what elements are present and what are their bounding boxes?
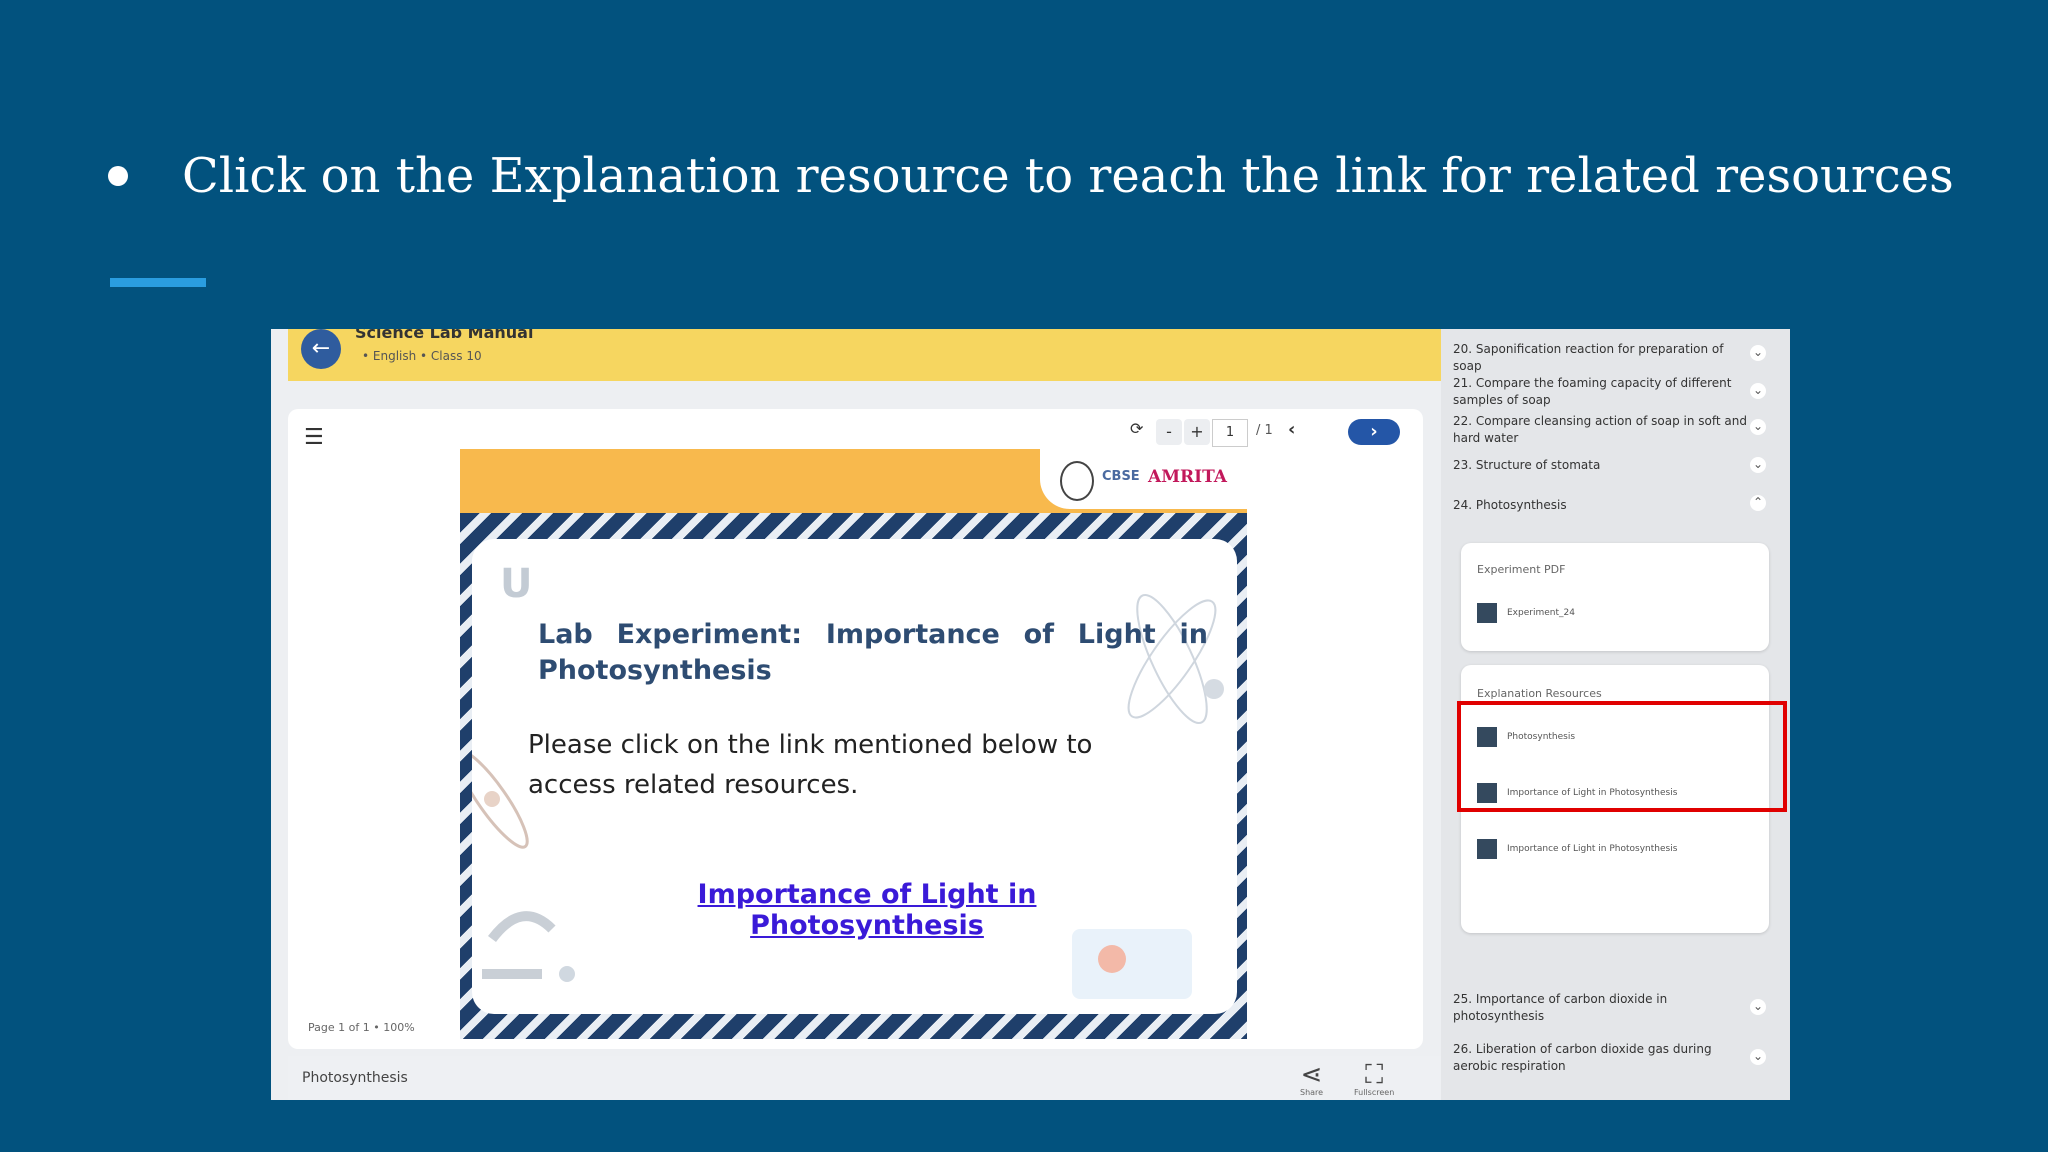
back-arrow-icon[interactable]: ← xyxy=(301,329,341,369)
cbse-logo: CBSE xyxy=(1102,469,1140,484)
fullscreen-button[interactable]: ⛶ Fullscreen xyxy=(1354,1062,1394,1098)
zoom-in-button[interactable]: + xyxy=(1184,419,1210,445)
app-meta: • English • Class 10 xyxy=(362,349,482,363)
explanation-row-label: Importance of Light in Photosynthesis xyxy=(1507,844,1678,854)
share-button[interactable]: ⋖ Share xyxy=(1300,1062,1323,1098)
rotate-icon[interactable]: ⟳ xyxy=(1130,419,1143,438)
explanation-row[interactable]: Importance of Light in Photosynthesis xyxy=(1477,839,1677,859)
amrita-logo: AMRITA xyxy=(1148,467,1227,487)
sidebar-item[interactable]: 22. Compare cleansing action of soap in … xyxy=(1453,413,1753,447)
page-status: Page 1 of 1 • 100% xyxy=(308,1021,415,1034)
emblem-logo xyxy=(1060,461,1094,501)
sidebar-item[interactable]: 25. Importance of carbon dioxide in phot… xyxy=(1453,991,1753,1025)
corner-letter: U xyxy=(500,561,533,607)
chevron-up-icon[interactable]: ⌃ xyxy=(1750,495,1766,511)
explanation-heading: Explanation Resources xyxy=(1477,687,1602,700)
chevron-down-icon[interactable]: ⌄ xyxy=(1750,457,1766,473)
document-card: U Lab Experiment: Importance of Light in… xyxy=(472,539,1237,1014)
fullscreen-icon: ⛶ xyxy=(1365,1060,1384,1090)
resource-link[interactable]: Importance of Light in Photosynthesis xyxy=(602,879,1132,941)
footer-label: Photosynthesis xyxy=(302,1070,408,1086)
resource-thumb-icon xyxy=(1477,839,1497,859)
chevron-down-icon[interactable]: ⌄ xyxy=(1750,345,1766,361)
share-caption: Share xyxy=(1300,1088,1324,1097)
experiment-pdf-card: Experiment PDF Experiment_24 xyxy=(1461,543,1769,651)
sidebar-item-active[interactable]: 24. Photosynthesis xyxy=(1453,497,1753,514)
experiment-pdf-heading: Experiment PDF xyxy=(1477,563,1566,576)
sidebar-item[interactable]: 20. Saponification reaction for preparat… xyxy=(1453,341,1753,375)
experiment-pdf-row[interactable]: Experiment_24 xyxy=(1477,603,1575,623)
share-icon: ⋖ xyxy=(1300,1060,1323,1090)
sidebar-item[interactable]: 21. Compare the foaming capacity of diff… xyxy=(1453,375,1753,409)
menu-icon[interactable]: ☰ xyxy=(304,425,324,450)
experiment-pdf-file: Experiment_24 xyxy=(1507,608,1575,618)
fullscreen-caption: Fullscreen xyxy=(1354,1088,1395,1097)
chevron-down-icon[interactable]: ⌄ xyxy=(1750,999,1766,1015)
highlight-box xyxy=(1457,701,1787,812)
document-viewer: ☰ ⟳ - + 1 / 1 ‹ › CBSE AMRITA U Lab Expe… xyxy=(288,409,1423,1049)
app-title: Science Lab Manual xyxy=(355,329,534,342)
chevron-down-icon[interactable]: ⌄ xyxy=(1750,383,1766,399)
app-header: ← Science Lab Manual • English • Class 1… xyxy=(288,329,1441,381)
slide-bullet: Click on the Explanation resource to rea… xyxy=(108,148,1954,204)
prev-page-icon[interactable]: ‹ xyxy=(1288,419,1295,440)
document-page: CBSE AMRITA U Lab Experiment: Importance… xyxy=(460,449,1247,1039)
app-footer: Photosynthesis ⋖ Share ⛶ Fullscreen xyxy=(288,1056,1441,1100)
zoom-out-button[interactable]: - xyxy=(1156,419,1182,445)
chevron-down-icon[interactable]: ⌄ xyxy=(1750,1049,1766,1065)
page-number-input[interactable]: 1 xyxy=(1212,419,1248,447)
chevron-down-icon[interactable]: ⌄ xyxy=(1750,419,1766,435)
bullet-text: Click on the Explanation resource to rea… xyxy=(182,148,1954,204)
document-title-line1: Lab Experiment: Importance of Light in xyxy=(538,619,1208,650)
document-title-line2: Photosynthesis xyxy=(538,655,772,686)
logo-box: CBSE AMRITA xyxy=(1040,449,1247,509)
app-screenshot: ← Science Lab Manual • English • Class 1… xyxy=(271,329,1790,1100)
sidebar-item[interactable]: 23. Structure of stomata xyxy=(1453,457,1753,474)
file-icon xyxy=(1477,603,1497,623)
next-page-button[interactable]: › xyxy=(1348,419,1400,445)
document-body: Please click on the link mentioned below… xyxy=(528,730,1093,800)
page-total: / 1 xyxy=(1256,423,1273,438)
bullet-dot xyxy=(108,166,128,186)
accent-line xyxy=(110,278,206,287)
sidebar-item[interactable]: 26. Liberation of carbon dioxide gas dur… xyxy=(1453,1041,1753,1075)
